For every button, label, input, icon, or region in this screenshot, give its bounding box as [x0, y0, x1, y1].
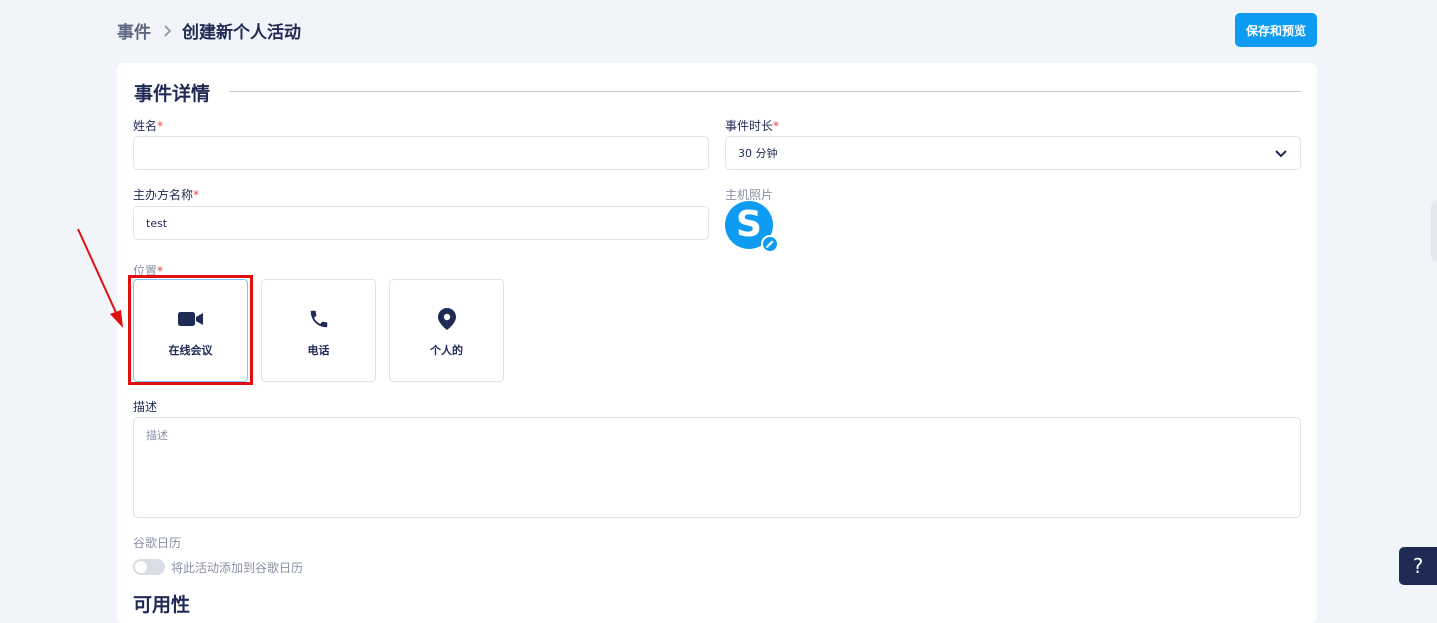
pencil-icon	[766, 240, 774, 248]
toggle-knob	[135, 561, 147, 573]
annotation-arrow-icon	[77, 228, 123, 328]
name-input[interactable]	[133, 136, 709, 170]
section-title-event-details: 事件详情	[134, 83, 211, 105]
top-bar: 事件 创建新个人活动 保存和预览	[0, 0, 1437, 62]
section-title-availability: 可用性	[133, 594, 191, 616]
edit-photo-icon[interactable]	[761, 235, 779, 253]
chevron-right-icon	[164, 24, 172, 37]
host-name-input[interactable]: test	[133, 206, 709, 240]
page-title: 创建新个人活动	[182, 23, 301, 43]
annotation-highlight-box	[128, 275, 253, 385]
event-form-card: 事件详情 姓名* 事件时长* 30 分钟 主办方名称* test 主机照片 S …	[117, 63, 1317, 623]
duration-select[interactable]: 30 分钟	[725, 136, 1301, 170]
phone-icon	[310, 310, 327, 328]
map-pin-icon	[437, 308, 456, 330]
location-option-label: 电话	[307, 344, 330, 357]
breadcrumb-events-link[interactable]: 事件	[117, 18, 151, 43]
save-and-preview-button[interactable]: 保存和预览	[1235, 13, 1317, 47]
location-option-label: 个人的	[430, 344, 463, 357]
location-option-in-person[interactable]: 个人的	[389, 279, 504, 382]
google-calendar-label: 谷歌日历	[133, 536, 182, 550]
google-calendar-toggle[interactable]	[133, 559, 165, 575]
breadcrumb: 事件 创建新个人活动	[117, 18, 301, 43]
side-panel-handle[interactable]	[1431, 200, 1437, 262]
description-textarea[interactable]: 描述	[133, 417, 1301, 518]
section-divider	[229, 91, 1301, 92]
google-calendar-toggle-label: 将此活动添加到谷歌日历	[171, 561, 304, 575]
duration-label: 事件时长*	[725, 119, 780, 133]
location-option-phone[interactable]: 电话	[261, 279, 376, 382]
host-name-label: 主办方名称*	[133, 188, 200, 202]
chevron-down-icon	[1275, 150, 1287, 158]
description-label: 描述	[133, 400, 158, 414]
name-label: 姓名*	[133, 119, 164, 133]
help-button[interactable]: ?	[1399, 547, 1437, 585]
duration-selected-value: 30 分钟	[738, 147, 778, 160]
avatar-letter: S	[736, 204, 762, 245]
